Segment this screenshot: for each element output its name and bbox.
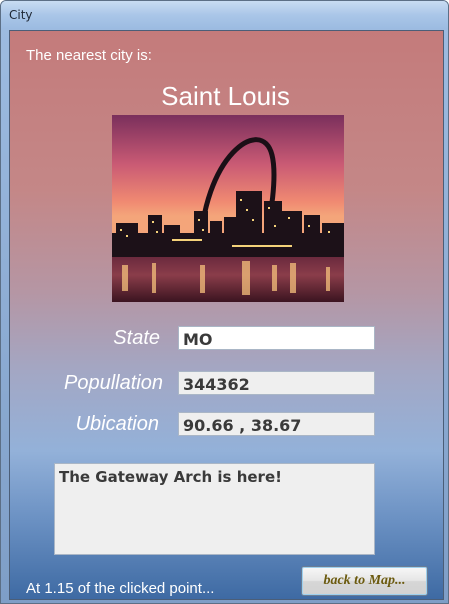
city-skyline-photo [112,115,344,302]
description-textarea[interactable]: The Gateway Arch is here! [54,463,375,555]
window-title: City [9,8,33,22]
location-label: Ubication [75,413,159,435]
title-bar[interactable]: City [1,1,448,29]
intro-label: The nearest city is: [26,47,152,64]
back-to-map-button[interactable]: back to Map... [301,566,428,596]
state-field[interactable]: MO [178,326,375,350]
distance-label: At 1.15 of the clicked point... [26,580,215,597]
state-label: State [113,327,160,349]
city-window: City The nearest city is: Saint Louis St… [0,0,449,604]
city-name-heading: Saint Louis [161,81,290,111]
population-field[interactable]: 344362 [178,371,375,395]
city-panel: The nearest city is: Saint Louis State M… [9,30,444,600]
population-label: Popullation [64,372,163,394]
location-field[interactable]: 90.66 , 38.67 [178,412,375,436]
